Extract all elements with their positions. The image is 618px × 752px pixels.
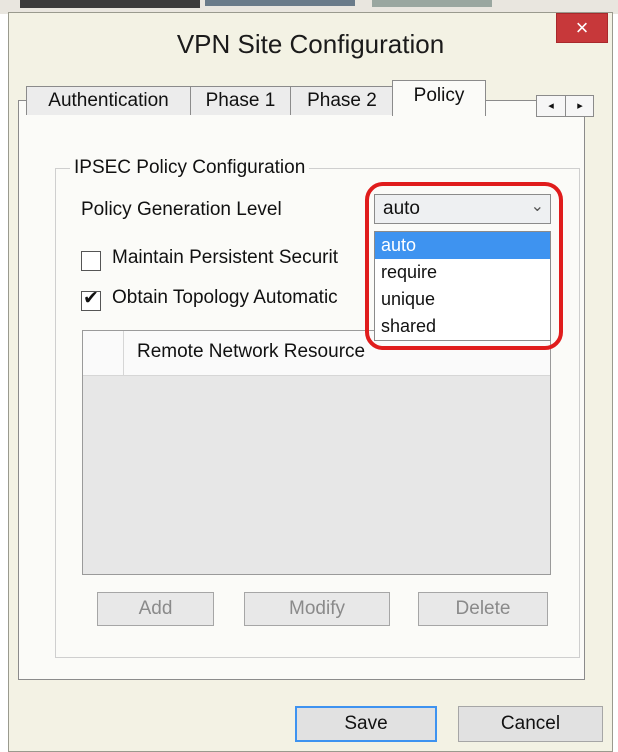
cancel-button[interactable]: Cancel <box>458 706 603 742</box>
modify-button[interactable]: Modify <box>244 592 390 626</box>
tab-phase-1[interactable]: Phase 1 <box>190 86 291 115</box>
background-decoration <box>372 0 492 7</box>
group-title: IPSEC Policy Configuration <box>70 157 310 179</box>
tab-label: Authentication <box>48 90 169 111</box>
save-button[interactable]: Save <box>295 706 437 742</box>
obtain-topology-label: Obtain Topology Automatic <box>112 287 338 308</box>
column-remote-network-resource[interactable]: Remote Network Resource <box>137 341 365 363</box>
background-decoration <box>20 0 200 8</box>
title-bar: VPN Site Configuration × <box>9 13 612 73</box>
remote-network-list[interactable]: Remote Network Resource <box>82 330 551 575</box>
obtain-topology-checkbox[interactable]: ✔ <box>81 288 101 311</box>
tab-label: Policy <box>413 85 465 106</box>
tab-policy[interactable]: Policy <box>392 80 486 116</box>
tab-label: Phase 1 <box>205 90 276 111</box>
list-header-blank <box>83 331 124 375</box>
highlight-callout <box>365 182 563 350</box>
maintain-persistent-label: Maintain Persistent Securit <box>112 247 338 268</box>
tab-authentication[interactable]: Authentication <box>26 86 191 115</box>
tab-scroll-buttons: ◂ ▸ <box>536 95 594 117</box>
maintain-persistent-checkbox[interactable] <box>81 251 101 271</box>
tab-phase-2[interactable]: Phase 2 <box>290 86 394 115</box>
tab-label: Phase 2 <box>307 90 377 111</box>
background-decoration <box>205 0 355 6</box>
policy-generation-level-label: Policy Generation Level <box>81 199 282 220</box>
delete-button[interactable]: Delete <box>418 592 548 626</box>
close-button[interactable]: × <box>556 13 608 43</box>
tab-scroll-right-button[interactable]: ▸ <box>566 96 594 116</box>
tab-scroll-left-button[interactable]: ◂ <box>537 96 566 116</box>
close-icon: × <box>575 15 589 40</box>
checkmark-icon: ✔ <box>83 288 99 309</box>
add-button[interactable]: Add <box>97 592 214 626</box>
window-title: VPN Site Configuration <box>176 29 445 59</box>
